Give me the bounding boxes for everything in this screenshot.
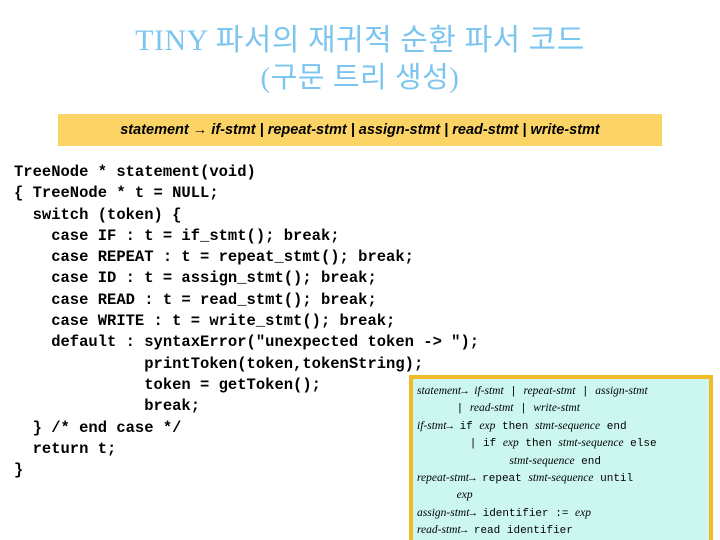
code-line: case READ : t = read_stmt(); break;	[14, 290, 377, 309]
code-line: TreeNode * statement(void)	[14, 163, 256, 181]
slide-canvas: TINY 파서의 재귀적 순환 파서 코드 (구문 트리 생성) stateme…	[0, 0, 720, 540]
grammar-line: if-stmt→ if exp then stmt-sequence end	[417, 419, 627, 433]
grammar-line: statement→ if-stmt | repeat-stmt | assig…	[417, 385, 648, 398]
code-line: { TreeNode * t = NULL;	[14, 184, 219, 203]
page-title: TINY 파서의 재귀적 순환 파서 코드 (구문 트리 생성)	[0, 22, 720, 96]
code-line: default : syntaxError("unexpected token …	[14, 333, 480, 352]
grammar-line: stmt-sequence end	[509, 454, 601, 468]
code-line: switch (token) {	[14, 205, 182, 224]
title-line-primary: TINY 파서의 재귀적 순환 파서 코드	[135, 24, 585, 57]
grammar-line: read-stmt→ read identifier	[417, 524, 573, 538]
grammar-line: exp	[456, 489, 473, 502]
grammar-rule-banner-text: statement → if-stmt | repeat-stmt | assi…	[120, 122, 600, 138]
grammar-line: repeat-stmt→ repeat stmt-sequence until	[417, 472, 634, 486]
code-line: case WRITE : t = write_stmt(); break;	[14, 312, 396, 331]
grammar-rule-banner: statement → if-stmt | repeat-stmt | assi…	[58, 114, 662, 146]
grammar-line: | read-stmt | write-stmt	[417, 402, 580, 416]
code-line: printToken(token,tokenString);	[14, 354, 424, 373]
grammar-reference-box: statement→ if-stmt | repeat-stmt | assig…	[409, 375, 713, 540]
grammar-line: assign-stmt→ identifier := exp	[417, 506, 591, 520]
title-line-secondary: (구문 트리 생성)	[260, 62, 460, 94]
grammar-line: | if exp then stmt-sequence else	[417, 437, 657, 451]
code-line: case ID : t = assign_stmt(); break;	[14, 269, 377, 288]
code-line: case IF : t = if_stmt(); break;	[14, 226, 340, 245]
code-line: case REPEAT : t = repeat_stmt(); break;	[14, 248, 414, 267]
